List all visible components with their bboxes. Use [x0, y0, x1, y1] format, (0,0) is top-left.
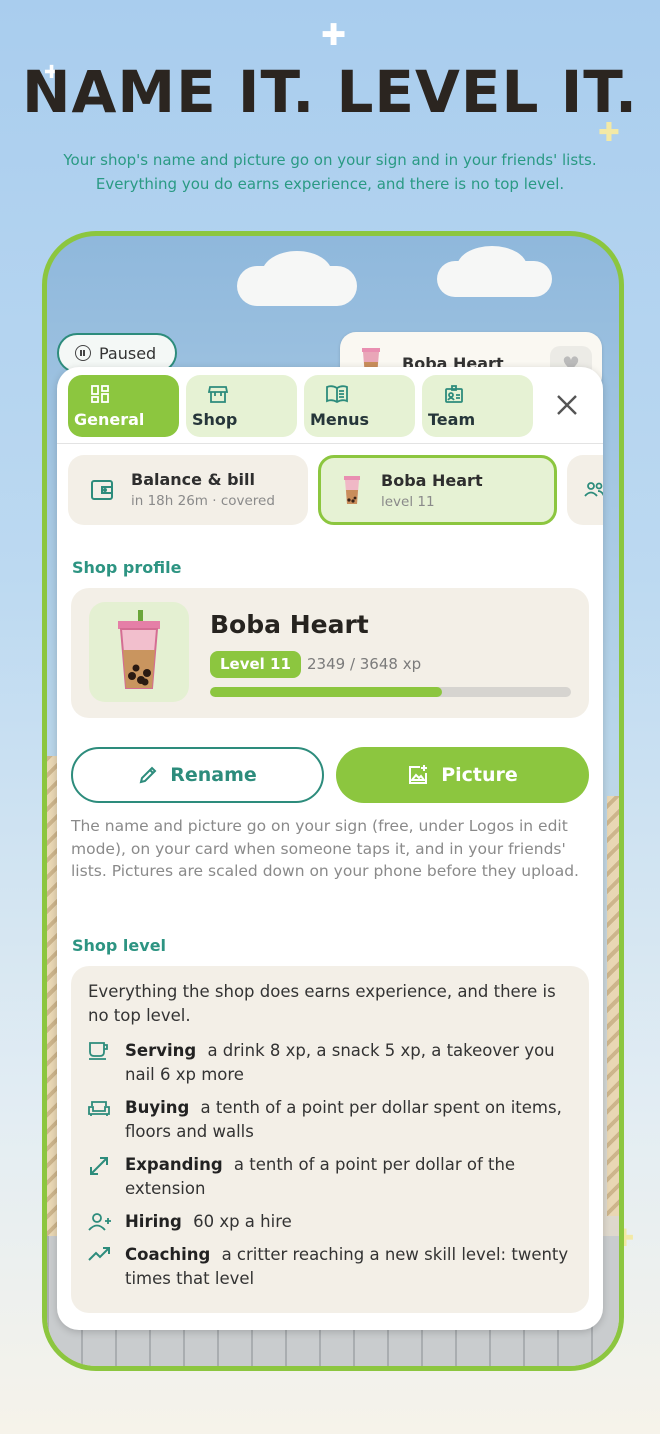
rule-text: Buying a tenth of a point per dollar spe…	[125, 1096, 575, 1144]
picture-button[interactable]: Picture	[336, 747, 589, 803]
chip-row: Balance & bill in 18h 26m · covered Boba…	[68, 455, 603, 527]
shop-name: Boba Heart	[210, 610, 369, 639]
boba-icon	[344, 476, 360, 504]
rule-name: Hiring	[125, 1212, 182, 1231]
rule-text: Hiring 60 xp a hire	[125, 1210, 575, 1234]
shop-level-label: Shop level	[72, 936, 167, 955]
profile-card: Boba Heart Level 11 2349 / 3648 xp	[71, 588, 589, 718]
cloud	[457, 246, 527, 288]
scene-wall-right	[607, 796, 619, 1216]
paused-label: Paused	[99, 343, 157, 363]
shop-chip-title: Boba Heart	[381, 471, 483, 490]
balance-chip-title: Balance & bill	[131, 470, 255, 489]
shop-picture[interactable]	[89, 602, 189, 702]
rule-name: Buying	[125, 1098, 190, 1117]
picture-label: Picture	[441, 764, 518, 786]
sofa-icon	[88, 1101, 110, 1116]
tab-menus[interactable]: Menus	[304, 375, 415, 437]
shop-panel: General Shop Menus Team Balance & bill i…	[57, 367, 603, 1330]
tab-general-label: General	[74, 410, 145, 429]
boba-icon	[118, 610, 160, 689]
rule-name: Expanding	[125, 1155, 223, 1174]
balance-chip[interactable]: Balance & bill in 18h 26m · covered	[68, 455, 308, 525]
xp-text: 2349 / 3648 xp	[307, 655, 422, 673]
rule-text: Expanding a tenth of a point per dollar …	[125, 1153, 575, 1201]
rule-desc: 60 xp a hire	[193, 1212, 292, 1231]
tab-shop-label: Shop	[192, 410, 238, 429]
rule-name: Coaching	[125, 1245, 211, 1264]
balance-chip-subtitle: in 18h 26m · covered	[131, 493, 275, 509]
xp-progress-fill	[210, 687, 443, 697]
rule-name: Serving	[125, 1041, 197, 1060]
rule-text: Serving a drink 8 xp, a snack 5 xp, a ta…	[125, 1039, 575, 1087]
trending-up-icon	[88, 1247, 110, 1261]
dashboard-icon	[91, 385, 109, 403]
level-card: Everything the shop does earns experienc…	[71, 966, 589, 1313]
pause-icon	[75, 345, 91, 361]
tab-team[interactable]: Team	[422, 375, 533, 437]
subline: Your shop's name and picture go on your …	[40, 148, 620, 196]
team-chip[interactable]	[567, 455, 603, 525]
wallet-icon	[91, 480, 113, 500]
rule-text: Coaching a critter reaching a new skill …	[125, 1243, 575, 1291]
headline: NAME IT. LEVEL IT.	[21, 58, 639, 126]
close-icon[interactable]	[553, 391, 581, 419]
divider	[57, 443, 603, 444]
person-add-icon	[88, 1213, 111, 1231]
rename-button[interactable]: Rename	[71, 747, 324, 803]
subline-line-2: Everything you do earns experience, and …	[95, 175, 565, 193]
expand-arrows-icon	[90, 1157, 108, 1175]
tab-menus-label: Menus	[310, 410, 370, 429]
level-intro: Everything the shop does earns experienc…	[88, 982, 556, 1025]
xp-progress-bar	[210, 687, 571, 697]
help-text: The name and picture go on your sign (fr…	[71, 817, 579, 881]
cloud	[262, 251, 332, 296]
group-icon	[584, 482, 603, 497]
rename-label: Rename	[170, 764, 257, 786]
tab-shop[interactable]: Shop	[186, 375, 297, 437]
subline-line-1: Your shop's name and picture go on your …	[63, 151, 597, 169]
storefront-icon	[208, 386, 228, 403]
sparkle-icon: ✚	[321, 18, 347, 53]
pencil-icon	[139, 766, 157, 784]
tab-general[interactable]: General	[68, 375, 179, 437]
add-photo-icon	[409, 765, 428, 784]
tab-bar: General Shop Menus Team	[68, 375, 533, 437]
badge-icon	[445, 385, 463, 403]
coffee-cup-icon	[89, 1042, 108, 1060]
menu-book-icon	[326, 385, 348, 404]
level-badge: Level 11	[210, 651, 301, 678]
shop-chip-subtitle: level 11	[381, 494, 435, 510]
shop-profile-label: Shop profile	[72, 558, 182, 577]
shop-chip[interactable]: Boba Heart level 11	[318, 455, 557, 525]
rule-desc: a tenth of a point per dollar spent on i…	[125, 1098, 562, 1141]
tab-team-label: Team	[428, 410, 476, 429]
